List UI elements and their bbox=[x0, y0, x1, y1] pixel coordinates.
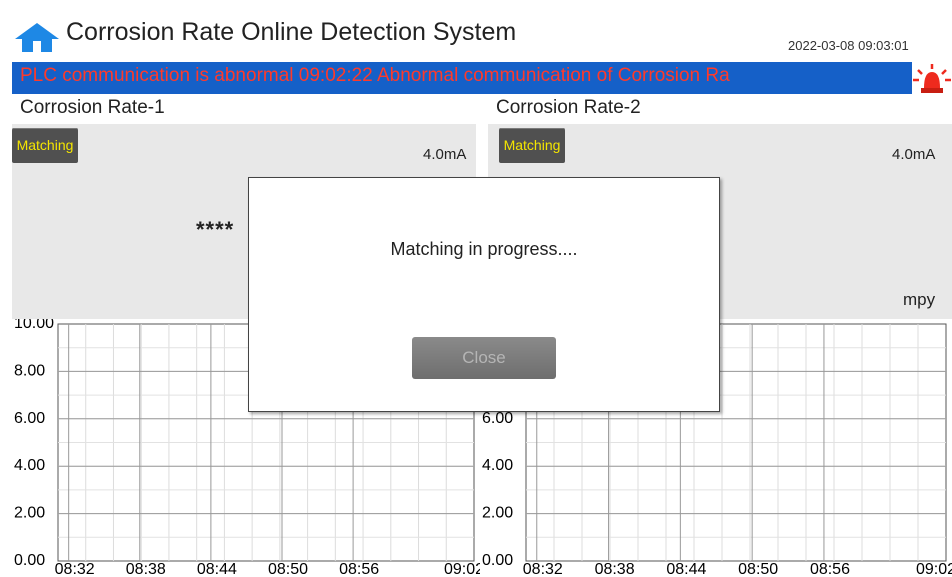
x-tick-label: 08:44 bbox=[666, 561, 706, 577]
y-tick-label: 10.00 bbox=[14, 319, 54, 332]
y-tick-label: 8.00 bbox=[14, 362, 45, 379]
panel-2-title: Corrosion Rate-2 bbox=[496, 97, 641, 118]
x-tick-label: 08:50 bbox=[738, 561, 778, 577]
panel-2-current: 4.0mA bbox=[892, 146, 936, 163]
y-tick-label: 2.00 bbox=[482, 505, 513, 522]
datetime-display: 2022-03-08 09:03:01 bbox=[788, 38, 909, 53]
alarm-light-icon[interactable] bbox=[912, 62, 952, 96]
y-tick-label: 6.00 bbox=[14, 410, 45, 427]
panel-2-unit: mpy bbox=[903, 290, 936, 309]
x-tick-label: 09:02 bbox=[916, 561, 952, 577]
x-tick-label: 08:32 bbox=[523, 561, 563, 577]
alarm-banner: PLC communication is abnormal 09:02:22 A… bbox=[12, 62, 952, 94]
x-tick-label: 08:38 bbox=[126, 561, 166, 577]
app-title: Corrosion Rate Online Detection System bbox=[66, 18, 517, 46]
matching-dialog: Matching in progress.... Close bbox=[248, 177, 720, 412]
x-tick-label: 08:56 bbox=[339, 561, 379, 577]
panel-1-matching-button[interactable]: Matching bbox=[12, 128, 78, 163]
panel-1-current: 4.0mA bbox=[423, 146, 467, 163]
y-tick-label: 4.00 bbox=[14, 457, 45, 474]
y-tick-label: 4.00 bbox=[482, 457, 513, 474]
y-tick-label: 0.00 bbox=[482, 552, 513, 569]
home-icon[interactable] bbox=[14, 22, 60, 52]
x-tick-label: 08:38 bbox=[595, 561, 635, 577]
panel-2-matching-button[interactable]: Matching bbox=[499, 128, 565, 163]
x-tick-label: 08:56 bbox=[810, 561, 850, 577]
x-tick-label: 09:02 bbox=[444, 561, 480, 577]
panel-1-value: **** bbox=[196, 217, 235, 242]
y-tick-label: 6.00 bbox=[482, 410, 513, 427]
y-tick-label: 2.00 bbox=[14, 505, 45, 522]
x-tick-label: 08:44 bbox=[197, 561, 237, 577]
dialog-message: Matching in progress.... bbox=[390, 239, 578, 259]
panel-1-title: Corrosion Rate-1 bbox=[20, 97, 165, 118]
x-tick-label: 08:50 bbox=[268, 561, 308, 577]
dialog-close-button[interactable]: Close bbox=[412, 337, 556, 379]
y-tick-label: 0.00 bbox=[14, 552, 45, 569]
x-tick-label: 08:32 bbox=[55, 561, 95, 577]
alarm-text: PLC communication is abnormal 09:02:22 A… bbox=[20, 65, 730, 86]
